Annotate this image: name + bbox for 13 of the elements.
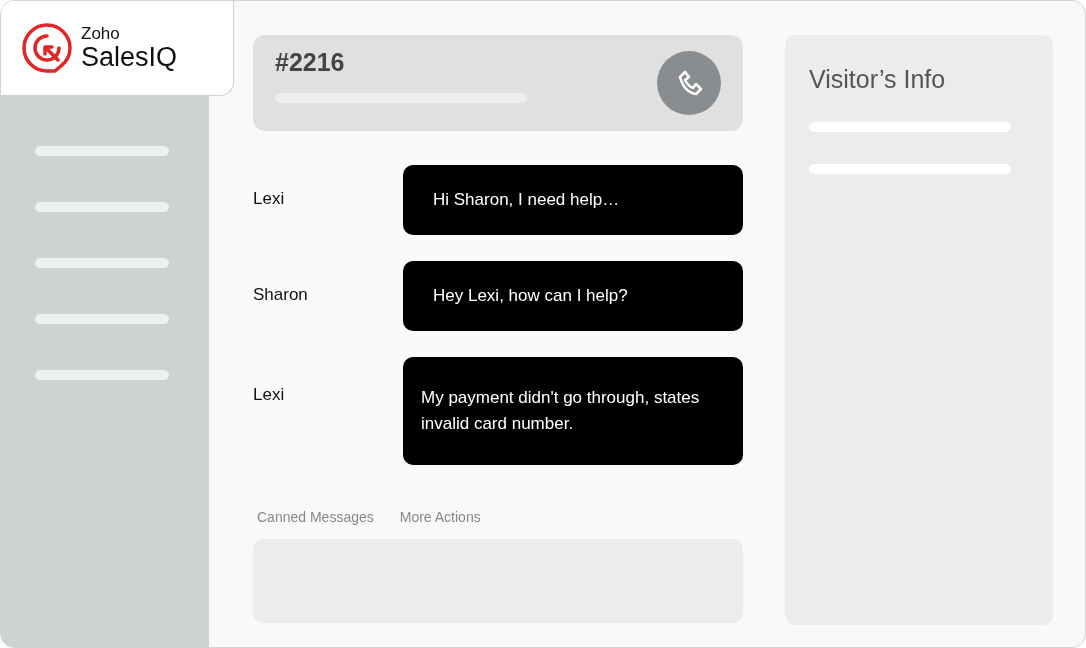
sender-name: Sharon [253,284,309,305]
message-bubble: Hi Sharon, I need help… [403,165,743,235]
sender-name: Lexi [253,384,286,405]
product-name: SalesIQ [81,44,178,71]
action-tab[interactable]: More Actions [399,509,481,525]
ticket-number: #2216 [275,47,346,77]
action-tab[interactable]: Canned Messages [257,509,374,525]
message-bubble: My payment didn't go through, states invalid card number. [403,357,743,465]
panel-title: Visitor’s Info [809,65,947,94]
logo-icon [21,22,73,74]
brand-name: Zoho [81,25,121,42]
sender-name: Lexi [253,188,286,209]
message-bubble: Hey Lexi, how can I help? [403,261,743,331]
